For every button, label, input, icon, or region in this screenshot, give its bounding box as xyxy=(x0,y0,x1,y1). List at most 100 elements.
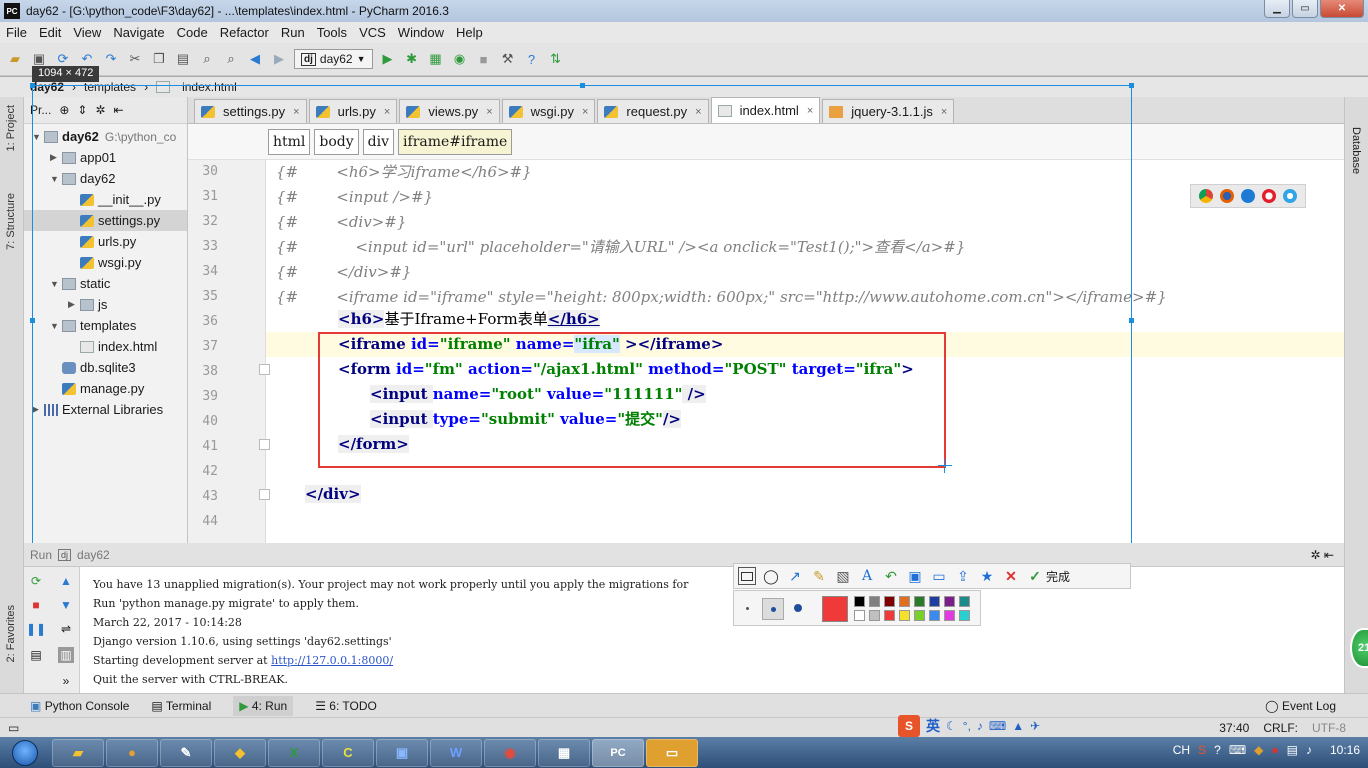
pause-icon[interactable]: ❚❚ xyxy=(26,621,46,637)
file-encoding[interactable]: UTF-8 xyxy=(1312,721,1346,735)
rectangle-tool-icon[interactable] xyxy=(738,567,756,585)
settings-icon[interactable]: ⚒ xyxy=(499,50,517,68)
large-brush-size[interactable] xyxy=(794,604,802,612)
menu-navigate[interactable]: Navigate xyxy=(113,25,164,40)
clock[interactable]: 10:16 xyxy=(1330,743,1360,757)
event-log-tab[interactable]: ◯ Event Log xyxy=(1265,699,1336,713)
medium-brush-size[interactable] xyxy=(762,598,784,620)
minimize-button[interactable]: ▁ xyxy=(1264,0,1290,18)
resize-handle[interactable] xyxy=(1129,318,1134,323)
color-swatch[interactable] xyxy=(914,610,925,621)
up-arrow-icon[interactable]: ▲ xyxy=(58,573,74,589)
taskbar-explorer[interactable]: ▰ xyxy=(52,738,104,767)
current-color-swatch[interactable] xyxy=(822,596,848,622)
coverage-icon[interactable]: ▦ xyxy=(427,50,445,68)
server-url-link[interactable]: http://127.0.0.1:8000/ xyxy=(271,654,393,667)
punctuation-icon[interactable]: °, xyxy=(963,719,971,733)
menu-refactor[interactable]: Refactor xyxy=(220,25,269,40)
more-icon[interactable]: » xyxy=(58,673,74,689)
line-separator[interactable]: CRLF: xyxy=(1263,721,1298,735)
undo-icon[interactable]: ↶ xyxy=(882,567,900,585)
maximize-button[interactable]: ▭ xyxy=(1292,0,1318,18)
menu-file[interactable]: File xyxy=(6,25,27,40)
text-tool-icon[interactable]: A xyxy=(858,567,876,585)
color-swatch[interactable] xyxy=(959,610,970,621)
color-swatch[interactable] xyxy=(959,596,970,607)
run-icon[interactable]: ▶ xyxy=(379,50,397,68)
taskbar-word[interactable]: W xyxy=(430,738,482,767)
keyboard-tray-icon[interactable]: ⌨ xyxy=(1229,743,1246,757)
done-button[interactable]: 完成 xyxy=(1046,568,1070,585)
down-arrow-icon[interactable]: ▼ xyxy=(58,597,74,613)
taskbar-paint[interactable]: ◆ xyxy=(214,738,266,767)
taskbar-chrome[interactable]: ◉ xyxy=(484,738,536,767)
safari-icon[interactable] xyxy=(1283,189,1298,203)
arrow-tool-icon[interactable]: ↗ xyxy=(786,567,804,585)
cursor-position[interactable]: 37:40 xyxy=(1219,721,1249,735)
back-icon[interactable]: ◀ xyxy=(246,50,264,68)
cut-icon[interactable]: ✂ xyxy=(126,50,144,68)
favorites-tool-button[interactable]: 2: Favorites xyxy=(5,605,17,662)
small-brush-size[interactable] xyxy=(746,607,749,610)
taskbar-app-blue[interactable]: ▣ xyxy=(376,738,428,767)
keyboard-icon[interactable]: ⌨ xyxy=(989,719,1006,733)
menu-view[interactable]: View xyxy=(73,25,101,40)
close-button[interactable]: ✕ xyxy=(1320,0,1364,18)
color-swatch[interactable] xyxy=(899,596,910,607)
tools-icon[interactable]: ✈ xyxy=(1030,719,1040,733)
color-swatch[interactable] xyxy=(944,610,955,621)
resize-handle[interactable] xyxy=(580,83,585,88)
sogou-ime-icon[interactable]: S xyxy=(898,715,920,737)
record-tray-icon[interactable]: ● xyxy=(1271,743,1278,757)
paste-icon[interactable]: ▤ xyxy=(174,50,192,68)
ie-icon[interactable] xyxy=(1240,189,1255,203)
layout-icon[interactable]: ▤ xyxy=(28,647,44,663)
stop-icon[interactable]: ■ xyxy=(475,50,493,68)
database-tool-button[interactable]: Database xyxy=(1350,127,1362,174)
debug-icon[interactable]: ✱ xyxy=(403,50,421,68)
input-language[interactable]: CH xyxy=(1173,743,1190,757)
volume-tray-icon[interactable]: ♪ xyxy=(1306,743,1312,757)
favorite-icon[interactable]: ★ xyxy=(978,567,996,585)
mic-icon[interactable]: ♪ xyxy=(977,719,983,733)
start-button[interactable] xyxy=(0,738,50,768)
run-tab[interactable]: ▶ 4: Run xyxy=(233,695,294,716)
network-tray-icon[interactable]: ▤ xyxy=(1287,743,1298,757)
taskbar-calculator[interactable]: ▦ xyxy=(538,738,590,767)
forward-icon[interactable]: ▶ xyxy=(270,50,288,68)
color-swatch[interactable] xyxy=(869,610,880,621)
status-toggle-icon[interactable]: ▭ xyxy=(8,721,19,735)
color-swatch[interactable] xyxy=(914,596,925,607)
share-icon[interactable]: ⇪ xyxy=(954,567,972,585)
color-swatch[interactable] xyxy=(899,610,910,621)
replace-icon[interactable]: ⌕ xyxy=(222,50,240,68)
menu-vcs[interactable]: VCS xyxy=(359,25,386,40)
menu-tools[interactable]: Tools xyxy=(317,25,347,40)
cancel-icon[interactable]: ✕ xyxy=(1002,567,1020,585)
color-swatch[interactable] xyxy=(944,596,955,607)
menu-edit[interactable]: Edit xyxy=(39,25,61,40)
pin-icon[interactable]: ▭ xyxy=(930,567,948,585)
resize-handle[interactable] xyxy=(30,83,35,88)
menu-window[interactable]: Window xyxy=(398,25,444,40)
taskbar-excel[interactable]: X xyxy=(268,738,320,767)
color-swatch[interactable] xyxy=(929,596,940,607)
project-tool-button[interactable]: 1: Project xyxy=(5,105,17,151)
find-icon[interactable]: ⌕ xyxy=(198,50,216,68)
help-icon[interactable]: ? xyxy=(523,50,541,68)
menu-run[interactable]: Run xyxy=(281,25,305,40)
open-folder-icon[interactable]: ▰ xyxy=(6,50,24,68)
pen-tool-icon[interactable]: ✎ xyxy=(810,567,828,585)
taskbar-notepad[interactable]: ✎ xyxy=(160,738,212,767)
sogou-tray-icon[interactable]: S xyxy=(1198,743,1206,757)
color-swatch[interactable] xyxy=(884,596,895,607)
moon-icon[interactable]: ☾ xyxy=(946,719,957,733)
todo-tab[interactable]: ☰ 6: TODO xyxy=(315,699,377,713)
gear-icon[interactable]: ✲ ⇤ xyxy=(1311,548,1334,562)
run-config-select[interactable]: dj day62 ▼ xyxy=(294,49,373,69)
wrap-icon[interactable]: ⇌ xyxy=(58,621,74,637)
menu-help[interactable]: Help xyxy=(456,25,483,40)
taskbar-pycharm[interactable]: PC xyxy=(592,738,644,767)
profile-icon[interactable]: ◉ xyxy=(451,50,469,68)
python-console-tab[interactable]: ▣ Python Console xyxy=(30,699,129,713)
